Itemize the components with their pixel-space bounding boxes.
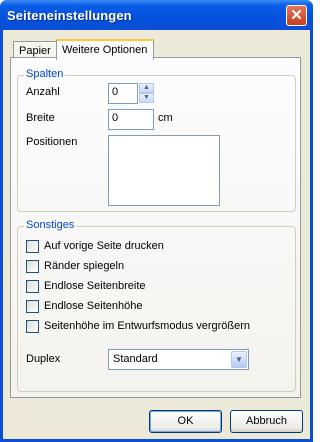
tab-panel: Spalten Anzahl 0 ▲ ▼ Breite 0 cm Positio… [10, 57, 301, 398]
spalten-group: Spalten Anzahl 0 ▲ ▼ Breite 0 cm Positio… [17, 68, 296, 212]
checkbox-box[interactable] [26, 300, 39, 313]
ok-button-label: OK [177, 415, 194, 427]
tab-weitere-optionen[interactable]: Weitere Optionen [56, 39, 154, 60]
duplex-value: Standard [113, 353, 158, 365]
tab-weitere-optionen-label: Weitere Optionen [62, 44, 148, 56]
checkbox-label: Endlose Seitenbreite [44, 280, 146, 292]
title-bar[interactable]: Seiteneinstellungen ✕ [0, 0, 313, 30]
checkbox-label: Seitenhöhe im Entwurfsmodus vergrößern [44, 320, 251, 332]
duplex-label: Duplex [26, 353, 61, 365]
checkbox-box[interactable] [26, 280, 39, 293]
checkbox-box[interactable] [26, 240, 39, 253]
breite-value: 0 [112, 112, 119, 124]
spin-down-icon[interactable]: ▼ [139, 93, 154, 103]
anzahl-value: 0 [112, 86, 119, 98]
close-button[interactable]: ✕ [286, 5, 307, 26]
sonstiges-group: Sonstiges Auf vorige Seite drucken Rände… [17, 219, 296, 392]
checkbox-label: Endlose Seitenhöhe [44, 300, 143, 312]
anzahl-input[interactable]: 0 [108, 83, 138, 104]
tab-papier-label: Papier [19, 45, 51, 57]
positionen-label: Positionen [26, 136, 78, 148]
tab-papier[interactable]: Papier [13, 41, 57, 58]
duplex-select[interactable]: Standard ▼ [108, 349, 249, 370]
breite-label: Breite [26, 112, 55, 124]
checkbox-box[interactable] [26, 320, 39, 333]
breite-input[interactable]: 0 [108, 109, 154, 130]
checkbox-box[interactable] [26, 260, 39, 273]
chevron-down-icon[interactable]: ▼ [231, 351, 247, 368]
checkbox-label: Auf vorige Seite drucken [44, 240, 164, 252]
anzahl-spinner[interactable]: ▲ ▼ [139, 83, 155, 104]
close-icon: ✕ [290, 7, 303, 24]
cancel-button-label: Abbruch [246, 415, 287, 427]
anzahl-label: Anzahl [26, 86, 60, 98]
sonstiges-group-title: Sonstiges [24, 219, 77, 231]
breite-unit: cm [158, 112, 173, 124]
checkbox-label: Ränder spiegeln [44, 260, 125, 272]
dialog-client-area: Papier Weitere Optionen Spalten Anzahl 0… [3, 30, 310, 439]
ok-button[interactable]: OK [149, 410, 222, 433]
spin-up-icon[interactable]: ▲ [139, 83, 154, 93]
dialog-window: Seiteneinstellungen ✕ Papier Weitere Opt… [0, 0, 313, 442]
window-title: Seiteneinstellungen [7, 8, 132, 23]
spalten-group-title: Spalten [24, 68, 66, 80]
cancel-button[interactable]: Abbruch [230, 410, 303, 433]
positionen-list[interactable] [108, 135, 220, 206]
